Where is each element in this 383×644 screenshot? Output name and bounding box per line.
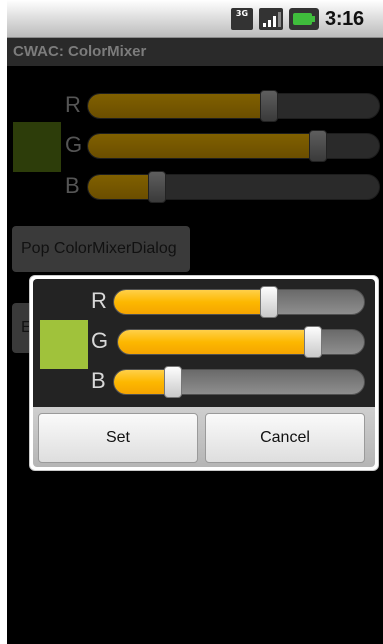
dialog-slider-row-green: G [33,326,375,358]
dialog-red-slider[interactable] [113,289,365,315]
cancel-button[interactable]: Cancel [205,413,365,463]
slider-label-r: R [65,92,81,117]
green-slider[interactable] [87,133,380,159]
clock-time: 3:16 [325,8,364,30]
slider-row-red: R [7,90,383,122]
phone-screen: 3G 3:16 PM CWAC: ColorMixer R G B Pop Co… [7,0,383,644]
cancel-button-label: Cancel [260,429,310,446]
pop-colormixerdialog-label: Pop ColorMixerDialog [21,240,177,257]
dialog-slider-row-blue: B [33,366,375,398]
dialog-blue-slider-thumb[interactable] [164,366,183,398]
slider-row-green: G [7,130,383,162]
dialog-blue-slider[interactable] [113,369,365,395]
green-slider-thumb[interactable] [309,130,328,162]
dialog-red-slider-thumb[interactable] [260,286,279,318]
dialog-slider-row-red: R [33,286,375,318]
3g-icon: 3G [231,8,253,30]
app-title-bar: CWAC: ColorMixer [7,38,383,66]
battery-icon [289,8,319,30]
dialog-green-slider[interactable] [117,329,365,355]
blue-slider-thumb[interactable] [148,171,167,203]
red-slider-thumb[interactable] [259,90,278,122]
pop-colormixerdialog-button[interactable]: Pop ColorMixerDialog [12,226,190,272]
network-label: 3G [235,9,249,18]
dialog-button-bar: Set Cancel [33,407,375,467]
slider-label-b: B [65,173,80,198]
set-button-label: Set [105,429,130,446]
dialog-slider-label-g: G [91,328,109,353]
blue-slider[interactable] [87,174,380,200]
set-button[interactable]: Set [38,413,198,463]
dialog-slider-label-r: R [91,288,107,313]
status-bar: 3G 3:16 PM [7,0,383,51]
slider-row-blue: B [7,171,383,203]
dialog-slider-label-b: B [91,368,106,393]
signal-icon [259,8,283,30]
slider-label-g: G [65,132,83,157]
red-slider[interactable] [87,93,380,119]
color-mixer-dialog: R G B Set Cancel [29,275,379,471]
dialog-body: R G B [33,279,375,407]
dialog-green-slider-thumb[interactable] [303,326,322,358]
app-title: CWAC: ColorMixer [13,43,147,60]
